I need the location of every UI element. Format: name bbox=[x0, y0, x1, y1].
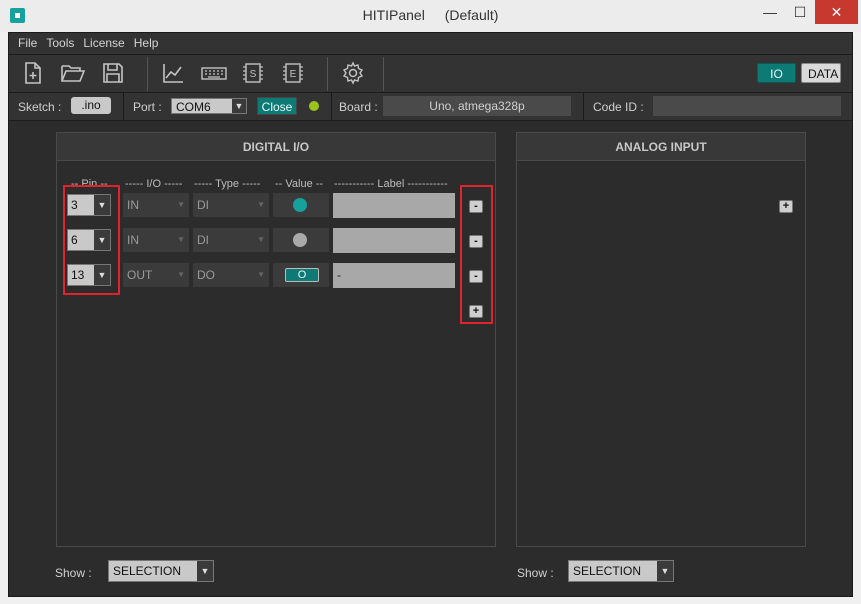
separator bbox=[331, 93, 332, 121]
digital-show-value: SELECTION bbox=[113, 564, 182, 578]
type-value: DI bbox=[197, 233, 209, 247]
type-value: DO bbox=[197, 268, 215, 282]
close-port-button[interactable]: Close bbox=[257, 97, 297, 115]
input-led bbox=[293, 233, 307, 247]
chevron-down-icon: ▼ bbox=[232, 99, 246, 113]
chevron-down-icon: ▼ bbox=[177, 200, 185, 209]
separator bbox=[583, 93, 584, 121]
analog-input-panel: ANALOG INPUT + bbox=[516, 132, 806, 547]
svg-text:E: E bbox=[290, 69, 297, 80]
port-value: COM6 bbox=[176, 100, 211, 114]
app-name: HITIPanel bbox=[362, 7, 425, 23]
eeprom-icon[interactable]: E bbox=[281, 61, 305, 85]
chevron-down-icon: ▼ bbox=[177, 270, 185, 279]
buttons-column-highlight bbox=[460, 185, 493, 324]
code-id-field bbox=[653, 96, 841, 116]
digital-show-select[interactable]: SELECTION ▼ bbox=[108, 560, 214, 582]
separator bbox=[123, 93, 124, 121]
io-column-header: ----- I/O ----- bbox=[125, 178, 183, 190]
type-column-header: ----- Type ----- bbox=[194, 178, 261, 190]
menu-help[interactable]: Help bbox=[125, 33, 159, 53]
label-input[interactable] bbox=[333, 228, 455, 253]
digital-io-title: DIGITAL I/O bbox=[57, 133, 495, 161]
pin-column-highlight bbox=[63, 185, 120, 295]
type-select[interactable]: DI ▼ bbox=[193, 193, 269, 217]
type-select[interactable]: DI ▼ bbox=[193, 228, 269, 252]
sketch-button[interactable]: .ino bbox=[71, 97, 111, 114]
port-label: Port : bbox=[133, 100, 162, 114]
io-select[interactable]: IN ▼ bbox=[123, 228, 189, 252]
save-icon[interactable] bbox=[101, 61, 125, 85]
add-analog-button[interactable]: + bbox=[779, 200, 793, 213]
keyboard-icon[interactable] bbox=[201, 61, 227, 85]
value-cell bbox=[273, 193, 329, 217]
chevron-down-icon: ▼ bbox=[257, 235, 265, 244]
toolbar: S E IO DATA bbox=[9, 55, 852, 93]
settings-icon[interactable] bbox=[341, 61, 365, 85]
value-column-header: -- Value -- bbox=[275, 178, 324, 190]
value-cell: O bbox=[273, 263, 329, 287]
data-view-toggle[interactable]: DATA bbox=[801, 63, 841, 83]
port-select[interactable]: COM6 ▼ bbox=[171, 98, 247, 114]
toolbar-separator bbox=[327, 57, 328, 91]
close-window-button[interactable]: ✕ bbox=[815, 0, 858, 24]
menu-license[interactable]: License bbox=[74, 33, 124, 53]
analog-show-select[interactable]: SELECTION ▼ bbox=[568, 560, 674, 582]
chart-icon[interactable] bbox=[161, 61, 185, 85]
open-folder-icon[interactable] bbox=[60, 61, 86, 85]
input-led bbox=[293, 198, 307, 212]
io-select[interactable]: IN ▼ bbox=[123, 193, 189, 217]
label-input[interactable] bbox=[333, 193, 455, 218]
analog-show-label: Show : bbox=[517, 566, 554, 580]
output-toggle-button[interactable]: O bbox=[285, 268, 319, 282]
menu-bar: File Tools License Help bbox=[9, 33, 852, 55]
label-column-header: ----------- Label ----------- bbox=[334, 178, 448, 190]
new-file-icon[interactable] bbox=[21, 61, 45, 85]
chevron-down-icon: ▼ bbox=[197, 561, 213, 581]
chevron-down-icon: ▼ bbox=[257, 200, 265, 209]
io-view-toggle[interactable]: IO bbox=[757, 63, 796, 83]
label-input[interactable]: - bbox=[333, 263, 455, 288]
chevron-down-icon: ▼ bbox=[657, 561, 673, 581]
board-field: Uno, atmega328p bbox=[383, 96, 571, 116]
io-value: OUT bbox=[127, 268, 153, 282]
type-value: DI bbox=[197, 198, 209, 212]
toolbar-separator bbox=[383, 57, 384, 91]
chevron-down-icon: ▼ bbox=[257, 270, 265, 279]
analog-show-value: SELECTION bbox=[573, 564, 642, 578]
sketch-icon[interactable]: S bbox=[241, 61, 265, 85]
connection-status-led bbox=[309, 101, 319, 111]
type-select[interactable]: DO ▼ bbox=[193, 263, 269, 287]
minimize-button[interactable]: — bbox=[755, 0, 785, 24]
title-bar: HITIPanel (Default) — ☐ ✕ bbox=[0, 0, 861, 32]
menu-tools[interactable]: Tools bbox=[37, 33, 74, 53]
sketch-label: Sketch : bbox=[18, 100, 62, 114]
io-select[interactable]: OUT ▼ bbox=[123, 263, 189, 287]
menu-file[interactable]: File bbox=[9, 33, 37, 53]
profile-name: (Default) bbox=[444, 7, 499, 23]
connection-bar: Sketch : .ino Port : COM6 ▼ Close Board … bbox=[9, 93, 852, 121]
toolbar-separator bbox=[147, 57, 148, 91]
io-value: IN bbox=[127, 198, 139, 212]
board-label: Board : bbox=[339, 100, 378, 114]
maximize-button[interactable]: ☐ bbox=[785, 0, 815, 24]
value-cell bbox=[273, 228, 329, 252]
digital-show-label: Show : bbox=[55, 566, 92, 580]
main-window: File Tools License Help S E IO DATA Sket… bbox=[8, 32, 853, 597]
window-title: HITIPanel (Default) bbox=[0, 7, 861, 23]
code-id-label: Code ID : bbox=[593, 100, 644, 114]
digital-io-panel: DIGITAL I/O -- Pin -- ----- I/O ----- --… bbox=[56, 132, 496, 547]
analog-input-title: ANALOG INPUT bbox=[517, 133, 805, 161]
io-value: IN bbox=[127, 233, 139, 247]
chevron-down-icon: ▼ bbox=[177, 235, 185, 244]
svg-text:S: S bbox=[250, 69, 257, 80]
